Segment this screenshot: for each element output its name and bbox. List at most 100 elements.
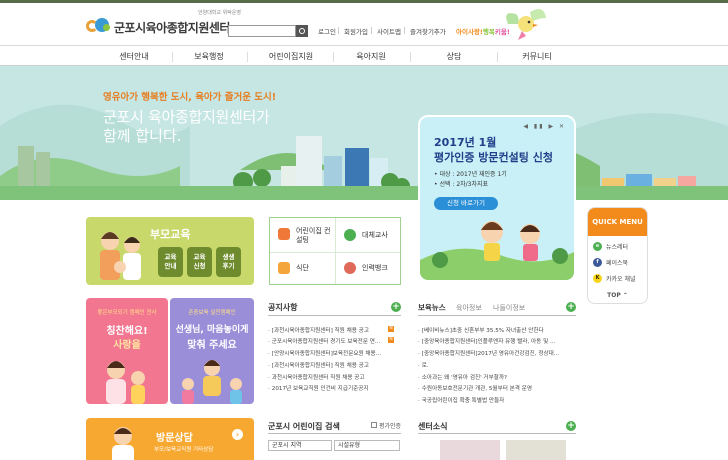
accredited-checkbox[interactable]: 평가인증	[371, 421, 401, 430]
center-news-thumbnail[interactable]	[440, 440, 500, 460]
search-input[interactable]	[228, 25, 296, 37]
news-item[interactable]: [중앙육아종합지원센터]2017년 영유아건강검진, 정상대...	[418, 349, 559, 357]
checkbox-icon	[371, 422, 377, 428]
consult-title: 방문상담	[156, 433, 193, 444]
popup-controls[interactable]: ◀ ▮▮ ▶ ✕	[523, 123, 566, 130]
login-link[interactable]: 로그인	[318, 26, 336, 36]
main-navigation: 센터안내 보육행정 어린이집지원 육아지원 상담 커뮤니티	[0, 45, 728, 66]
news-item[interactable]: 수원아동보호전문기관 개관, 5월부터 본격 운영	[418, 384, 532, 392]
logo-title: 군포시육아종합지원센터	[114, 20, 230, 35]
nav-center-info[interactable]: 센터안내	[119, 51, 148, 62]
back-to-top-button[interactable]: TOP ⌃	[588, 292, 647, 299]
facility-type-select[interactable]: 시설유형	[334, 440, 400, 451]
divider	[410, 52, 411, 62]
site-logo[interactable]: 안양대학교 위탁운영 군포시육아종합지원센터	[86, 10, 241, 40]
divider	[404, 27, 405, 34]
meal-icon	[278, 262, 290, 274]
divider	[418, 315, 576, 316]
news-item[interactable]: 소아과는 왜 '영유아 검진' 거부할까?	[418, 373, 507, 381]
newsletter-link[interactable]: ≡ 뉴스레터	[593, 242, 628, 251]
kakao-icon: K	[593, 274, 602, 283]
people-icon	[344, 262, 356, 274]
notice-item[interactable]: [과천시육아종합지원센터] 직원 채용 공고	[268, 326, 369, 334]
nav-childcare-admin[interactable]: 보육행정	[194, 51, 223, 62]
nav-daycare-support[interactable]: 어린이집지원	[269, 51, 313, 62]
search-button[interactable]	[296, 25, 308, 37]
nav-counseling[interactable]: 상담	[447, 51, 462, 62]
news-item[interactable]: 로.	[418, 361, 429, 369]
good-parent-campaign-banner[interactable]: 좋은부모되기 캠페인 전사 칭찬해요! 사랑을	[86, 298, 168, 404]
campaign-heading: 좋은부모되기 캠페인 전사	[97, 310, 157, 316]
notice-item[interactable]: 2017년 보육교직원 인건비 지급기준공지	[268, 384, 369, 392]
parent-child-illustration-icon	[106, 361, 145, 404]
signup-link[interactable]: 회원가입	[344, 26, 368, 36]
kakao-channel-link[interactable]: K 카카오 채널	[593, 274, 636, 283]
news-item[interactable]: 국공립어린이집 확충 특별법 만들자	[418, 396, 505, 404]
education-review-button[interactable]: 생생 후기	[216, 247, 241, 277]
popup-title: 2017년 1월 평가인증 방문컨설팅 신청	[434, 136, 553, 164]
tab-outing-info[interactable]: 나들이정보	[493, 303, 525, 313]
divider	[497, 52, 498, 62]
divider	[371, 27, 372, 34]
nav-community[interactable]: 커뮤니티	[522, 51, 551, 62]
campaign-line1: 선생님, 마음놓이게	[175, 325, 249, 335]
quick-menu-label: 뉴스레터	[606, 244, 629, 251]
facebook-link[interactable]: f 페이스북	[593, 258, 628, 267]
notice-more-plus-icon[interactable]: +	[391, 302, 401, 312]
campaign-heading: 존중보육 실천캠페인	[188, 310, 236, 316]
popup-info: • 대상 : 2017년 재인증 1기 • 선택 : 2차/3차지표	[434, 171, 507, 188]
news-item[interactable]: [중앙육아종합지원센터]인플루엔자 유행 빨라, 아동 및 ...	[418, 337, 556, 345]
center-news-more-plus-icon[interactable]: +	[566, 421, 576, 431]
event-popup[interactable]: ◀ ▮▮ ▶ ✕ 2017년 1월 평가인증 방문컨설팅 신청 • 대상 : 20…	[418, 115, 576, 282]
divider	[418, 433, 576, 434]
campaign-line1: 칭찬해요!	[106, 326, 148, 337]
nav-parenting-support[interactable]: 육아지원	[356, 51, 385, 62]
hero-title-line2: 함께 합니다.	[103, 127, 182, 145]
news-item[interactable]: [베이비뉴스]초중 신혼부부 35.5% 자녀출산 안한다	[418, 326, 544, 334]
popup-apply-button[interactable]: 신청 바로가기	[434, 197, 498, 210]
campaign-line2: 사랑을	[113, 340, 141, 351]
family-illustration-icon	[100, 232, 141, 280]
teacher-icon	[344, 229, 356, 241]
education-apply-button[interactable]: 교육 신청	[187, 247, 212, 277]
notice-item[interactable]: [안양시육아종합지원센터]보육전문요원 채용...	[268, 349, 381, 357]
notice-item[interactable]: [과천시육아종합지원센터] 직원 채용 공고	[268, 361, 369, 369]
quick-service-links: 어린이집 컨설팅 대체교사 식단 인력뱅크	[269, 217, 401, 285]
quick-menu-label: 카카오 채널	[606, 276, 636, 283]
new-badge: N	[388, 337, 394, 343]
center-news-thumbnail[interactable]	[506, 440, 566, 460]
hero-title-line1: 군포시 육아종합지원센터가	[103, 108, 270, 126]
quick-menu-title: QUICK MENU	[588, 208, 647, 236]
divider	[172, 52, 173, 62]
consult-arrow-icon[interactable]: ›	[232, 429, 243, 440]
sitemap-link[interactable]: 사이트맵	[377, 26, 401, 36]
center-news-title: 센터소식	[418, 422, 448, 431]
bird-illustration-icon	[506, 9, 546, 40]
respect-childcare-campaign-banner[interactable]: 존중보육 실천캠페인 선생님, 마음놓이게 맞춰 주세요	[170, 298, 254, 404]
parent-education-banner: 부모교육 교육 안내 교육 신청 생생 후기	[86, 217, 254, 285]
notice-item[interactable]: 과천시육아종합지원센터 직원 채용 공고	[268, 373, 365, 381]
logo-subtitle: 안양대학교 위탁운영	[198, 9, 241, 16]
document-icon	[278, 228, 290, 240]
checkbox-label: 평가인증	[379, 423, 402, 430]
campaign-line2: 맞춰 주세요	[187, 340, 237, 351]
tab-childcare-news[interactable]: 보육뉴스	[418, 302, 446, 313]
tab-parenting-info[interactable]: 육아정보	[456, 303, 482, 313]
consult-subtitle: 부모/보육교직원 기타상담	[154, 447, 214, 453]
logo-mark-icon	[86, 14, 112, 36]
divider	[247, 52, 248, 62]
notice-board-title: 공지사항	[268, 303, 298, 312]
education-info-button[interactable]: 교육 안내	[158, 247, 183, 277]
parent-education-title: 부모교육	[150, 228, 191, 241]
hero-ground	[0, 186, 728, 200]
new-badge: N	[388, 326, 394, 332]
notice-item[interactable]: 군포시육아종합지원센터 경기도 보육전문 연...	[268, 337, 380, 345]
visit-counseling-banner[interactable]: 방문상담 부모/보육교직원 기타상담	[86, 418, 254, 460]
news-more-plus-icon[interactable]: +	[566, 302, 576, 312]
teacher-children-illustration-icon	[182, 360, 242, 404]
region-select[interactable]: 군포시 지역	[268, 440, 332, 451]
counselor-illustration-icon	[112, 427, 134, 460]
divider	[335, 218, 336, 284]
divider	[268, 433, 401, 434]
bookmark-link[interactable]: 즐겨찾기추가	[410, 26, 446, 36]
